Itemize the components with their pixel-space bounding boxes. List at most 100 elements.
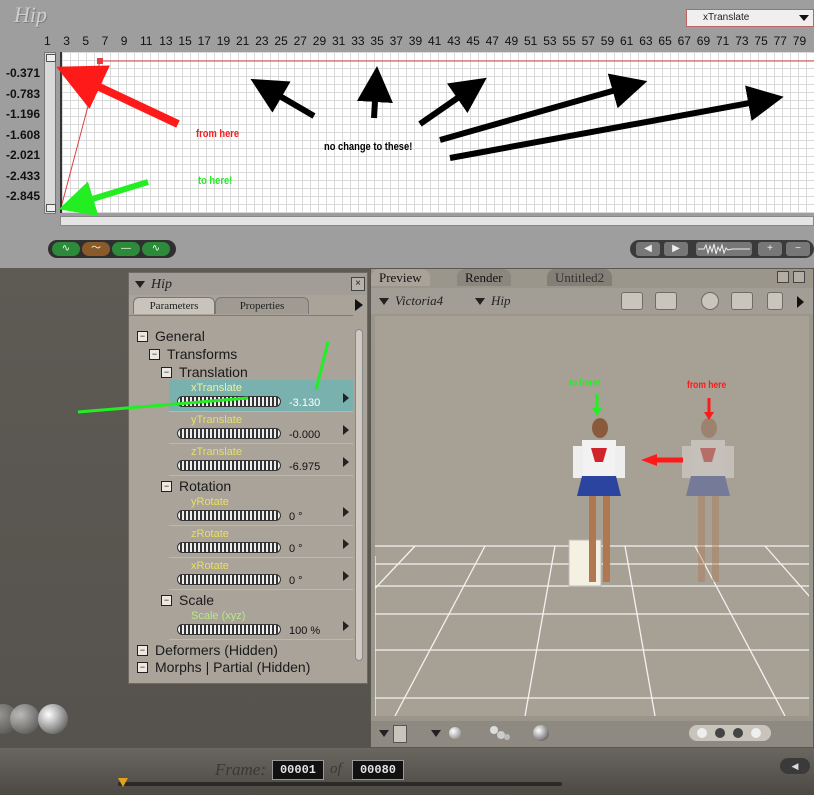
group-general[interactable]: − General [137, 328, 205, 344]
constant-curve-button[interactable]: — [112, 242, 140, 256]
display-style-icon[interactable] [393, 725, 407, 743]
param-dial[interactable] [177, 542, 281, 553]
group-balls-icon[interactable] [489, 725, 511, 741]
close-icon[interactable]: × [351, 277, 365, 291]
param-menu-arrow-icon[interactable] [343, 393, 349, 403]
expand-toggle[interactable]: − [161, 367, 172, 378]
prev-key-button[interactable]: ◀ [636, 242, 660, 256]
param-dial[interactable] [177, 396, 281, 407]
group-translation[interactable]: − Translation [161, 364, 248, 380]
hand-icon[interactable] [767, 292, 783, 310]
param-dial[interactable] [177, 460, 281, 471]
param-menu-arrow-icon[interactable] [343, 539, 349, 549]
parameters-scrollbar[interactable] [355, 329, 363, 661]
expand-toggle[interactable]: − [137, 662, 148, 673]
time-slider[interactable] [118, 782, 562, 786]
tab-render[interactable]: Render [457, 269, 511, 286]
timeline-back-button[interactable]: ◀ [780, 758, 810, 774]
frame-tick-label: 33 [351, 34, 365, 48]
actor-select[interactable]: Hip [475, 293, 511, 309]
group-transforms[interactable]: − Transforms [149, 346, 237, 362]
total-frames-field[interactable]: 00080 [352, 760, 404, 780]
delete-key-button[interactable]: − [786, 242, 810, 256]
tab-preview[interactable]: Preview [371, 269, 430, 286]
waveform-icon[interactable] [696, 242, 752, 256]
3d-viewport[interactable]: to here! from here [375, 316, 809, 716]
param-value[interactable]: -3.130 [289, 397, 320, 409]
value-range-slider[interactable] [44, 52, 56, 214]
param-value[interactable]: 0 ° [289, 575, 303, 587]
param-value[interactable]: 0 ° [289, 511, 303, 523]
param-dial[interactable] [177, 574, 281, 585]
param-menu-arrow-icon[interactable] [343, 621, 349, 631]
param-value[interactable]: 100 % [289, 625, 320, 637]
camera-icon[interactable] [621, 292, 643, 310]
group-rotation[interactable]: − Rotation [161, 478, 231, 494]
frame-tick-label: 67 [677, 34, 691, 48]
param-row-xtranslate[interactable]: xTranslate -3.130 [169, 380, 353, 412]
close-icon[interactable] [793, 271, 805, 283]
shade-ball-icon[interactable] [449, 727, 461, 739]
expand-toggle[interactable]: − [161, 595, 172, 606]
param-menu-arrow-icon[interactable] [343, 425, 349, 435]
param-value[interactable]: 0 ° [289, 543, 303, 555]
light-ball-icon[interactable] [10, 704, 40, 734]
current-frame-field[interactable]: 00001 [272, 760, 324, 780]
expand-toggle[interactable]: − [137, 645, 148, 656]
tab-parameters[interactable]: Parameters [133, 297, 215, 314]
camera-dot[interactable] [751, 728, 761, 738]
param-dial[interactable] [177, 428, 281, 439]
expand-toggle[interactable]: − [161, 481, 172, 492]
parameter-select[interactable]: xTranslate [686, 9, 814, 27]
doc-style-arrow-icon[interactable] [431, 730, 441, 737]
param-menu-arrow-icon[interactable] [343, 507, 349, 517]
param-dial[interactable] [177, 624, 281, 635]
add-key-button[interactable]: + [758, 242, 782, 256]
linear-curve-button[interactable]: 〜 [82, 242, 110, 256]
time-slider-thumb[interactable] [118, 778, 128, 787]
camera-dot[interactable] [733, 728, 743, 738]
display-style-arrow-icon[interactable] [379, 730, 389, 737]
figure-select[interactable]: Victoria4 [379, 293, 443, 309]
param-dial[interactable] [177, 510, 281, 521]
select-camera-icon[interactable] [655, 292, 677, 310]
frame-tick-label: 11 [140, 34, 153, 48]
param-value[interactable]: -0.000 [289, 429, 320, 441]
move-icon[interactable] [731, 292, 753, 310]
frame-tick-label: 9 [120, 34, 128, 48]
break-spline-button[interactable]: ∿ [142, 242, 170, 256]
range-bottom-handle[interactable] [46, 204, 56, 212]
param-row-ytranslate[interactable]: yTranslate -0.000 [169, 412, 353, 444]
param-menu-arrow-icon[interactable] [343, 457, 349, 467]
trackball-icon[interactable] [701, 292, 719, 310]
param-row-scale[interactable]: Scale (xyz) 100 % [169, 608, 353, 640]
panel-menu-arrow-icon[interactable] [355, 299, 363, 311]
param-row-ztranslate[interactable]: zTranslate -6.975 [169, 444, 353, 476]
next-key-button[interactable]: ▶ [664, 242, 688, 256]
param-value[interactable]: -6.975 [289, 461, 320, 473]
frame-ruler[interactable]: 1 3 5 7 9 11 13 15 17 19 21 23 25 27 29 31 33 35 37 39 41 43 4… [40, 34, 814, 50]
preview-menu-arrow-icon[interactable] [797, 296, 804, 308]
group-scale[interactable]: − Scale [161, 592, 214, 608]
param-row-yrotate[interactable]: yRotate 0 ° [169, 494, 353, 526]
expand-toggle[interactable]: − [149, 349, 160, 360]
param-row-zrotate[interactable]: zRotate 0 ° [169, 526, 353, 558]
tab-untitled[interactable]: Untitled2 [547, 269, 613, 286]
collapse-triangle-icon[interactable] [135, 281, 145, 288]
camera-dot[interactable] [697, 728, 707, 738]
group-deformers[interactable]: − Deformers (Hidden) [137, 642, 278, 658]
param-row-xrotate[interactable]: xRotate 0 ° [169, 558, 353, 590]
param-menu-arrow-icon[interactable] [343, 571, 349, 581]
group-morphs[interactable]: − Morphs | Partial (Hidden) [137, 659, 310, 675]
tab-properties[interactable]: Properties [215, 297, 309, 314]
range-top-handle[interactable] [46, 54, 56, 62]
graph-play-controls: ◀ ▶ + − [630, 240, 814, 258]
spline-curve-button[interactable]: ∿ [52, 242, 80, 256]
graph-plot-area[interactable] [60, 52, 814, 213]
expand-toggle[interactable]: − [137, 331, 148, 342]
camera-dot[interactable] [715, 728, 725, 738]
lighting-ball-icon[interactable] [533, 725, 549, 741]
minimize-icon[interactable] [777, 271, 789, 283]
horizontal-scrollbar[interactable] [60, 216, 814, 226]
light-ball-icon[interactable] [38, 704, 68, 734]
